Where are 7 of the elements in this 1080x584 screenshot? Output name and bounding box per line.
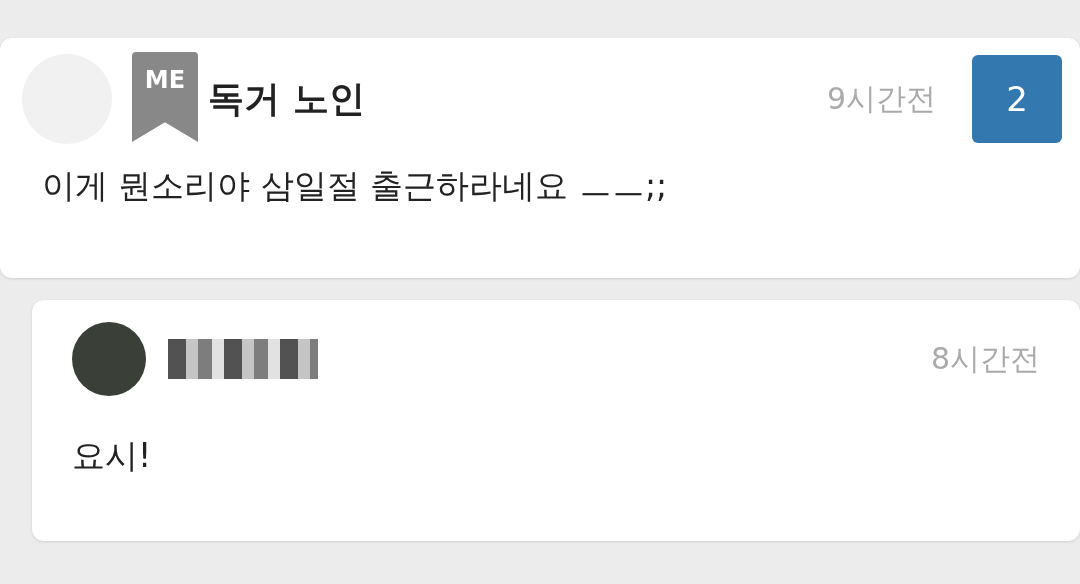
post-time: 9시간전 xyxy=(826,79,936,118)
author-name: 독거 노인 xyxy=(208,76,365,121)
reply-text: 요시! xyxy=(72,435,153,477)
comment-count-badge[interactable]: 2 xyxy=(972,55,1062,143)
me-ribbon-badge: ME xyxy=(132,52,198,142)
post-text: 이게 뭔소리야 삼일절 출근하라네요 ㅡㅡ;; xyxy=(42,165,669,207)
reply-time: 8시간전 xyxy=(930,339,1040,378)
